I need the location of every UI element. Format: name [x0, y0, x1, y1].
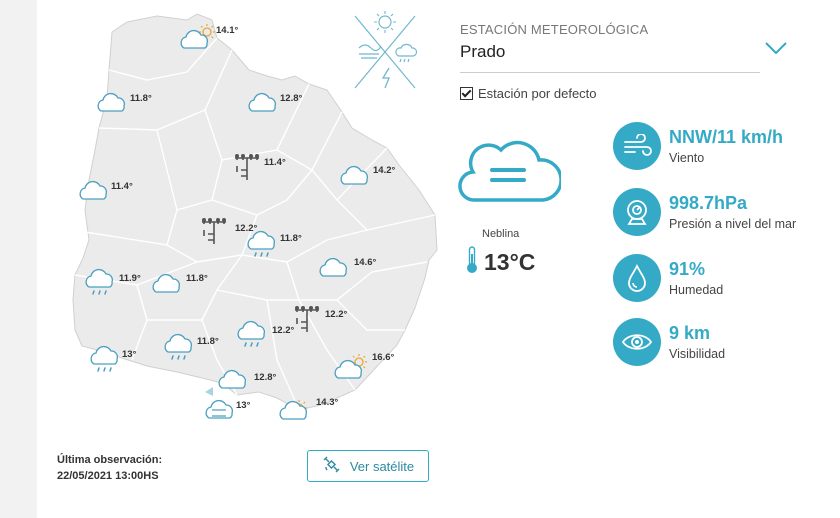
reading-label: 12.2° — [272, 325, 294, 336]
stat-visibility: 9 km Visibilidad — [613, 318, 725, 366]
last-observation-datetime: 22/05/2021 13:00HS — [57, 470, 159, 482]
station-heading: ESTACIÓN METEOROLÓGICA — [460, 22, 649, 37]
chevron-down-icon[interactable] — [764, 40, 788, 61]
wind-label: Viento — [669, 151, 705, 165]
eye-icon — [613, 318, 661, 366]
wind-icon — [613, 122, 661, 170]
pressure-value: 998.7hPa — [669, 193, 748, 213]
stat-pressure: 998.7hPa Presión a nivel del mar — [613, 188, 796, 236]
reading-label: 12.2° — [235, 223, 257, 234]
view-satellite-button[interactable]: Ver satélite — [307, 450, 429, 482]
reading-label: 11.8° — [197, 336, 219, 347]
uruguay-map: 14.1° 11.8° 12.8° 11.4° 14.2° 11.4° 12.2… — [37, 0, 447, 440]
thermometer-icon — [466, 246, 478, 279]
visibility-value: 9 km — [669, 323, 711, 343]
reading-label: 12.8° — [280, 93, 302, 104]
current-condition: Neblina — [482, 228, 520, 240]
reading-label: 11.4° — [111, 181, 133, 192]
default-station-checkbox[interactable] — [460, 87, 473, 100]
station-selected-value: Prado — [460, 42, 506, 61]
reading-label: 13° — [236, 400, 251, 411]
stat-humidity: 91% Humedad — [613, 254, 723, 302]
default-station-row[interactable]: Estación por defecto — [460, 86, 597, 101]
map-svg: 14.1° 11.8° 12.8° 11.4° 14.2° 11.4° 12.2… — [72, 11, 438, 420]
humidity-value: 91% — [669, 259, 706, 279]
fog-cloud-icon — [457, 132, 563, 217]
current-temperature-row: 13°C — [466, 246, 535, 279]
reading-label: 11.8° — [130, 93, 152, 104]
humidity-label: Humedad — [669, 283, 724, 297]
reading-label: 14.6° — [354, 257, 376, 268]
barometer-icon — [613, 188, 661, 236]
reading-label: 13° — [122, 349, 137, 360]
weather-legend-icon — [354, 11, 418, 89]
reading-label: 11.9° — [119, 273, 141, 284]
visibility-label: Visibilidad — [669, 347, 726, 361]
reading-label: 11.8° — [186, 273, 208, 284]
reading-label: 16.6° — [372, 352, 394, 363]
reading-label: 14.1° — [216, 25, 238, 36]
reading-label: 12.8° — [254, 372, 276, 383]
water-drop-icon — [613, 254, 661, 302]
station-select[interactable]: Prado — [460, 36, 787, 73]
view-satellite-label: Ver satélite — [349, 458, 415, 474]
reading-label: 11.4° — [264, 157, 286, 168]
default-station-label: Estación por defecto — [478, 86, 597, 101]
pressure-label: Presión a nivel del mar — [669, 217, 797, 231]
reading-label: 11.8° — [280, 233, 302, 244]
last-observation-title: Última observación: — [57, 454, 163, 466]
current-temperature: 13°C — [484, 249, 536, 275]
wind-value: NNW/11 km/h — [669, 127, 784, 147]
reading-label: 14.2° — [373, 165, 395, 176]
last-observation: Última observación: 22/05/2021 13:00HS — [57, 452, 162, 484]
reading-label: 12.2° — [325, 309, 347, 320]
reading-label: 14.3° — [316, 397, 338, 408]
stat-wind: NNW/11 km/h Viento — [613, 122, 783, 170]
satellite-icon — [322, 455, 342, 478]
